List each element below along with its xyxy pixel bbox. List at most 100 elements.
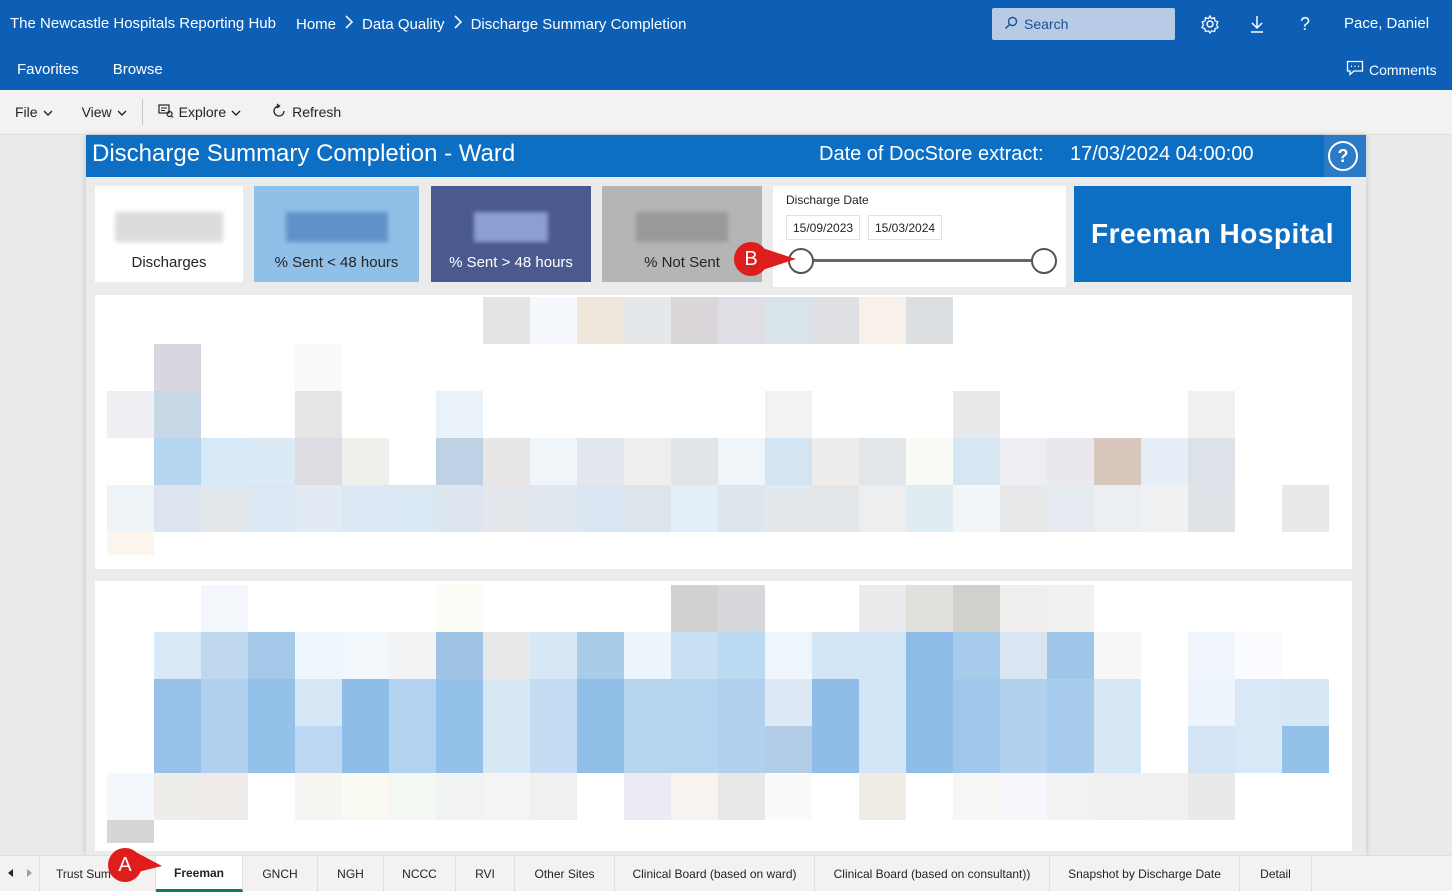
user-name[interactable]: Pace, Daniel (1344, 15, 1429, 32)
page-tab-bar: Trust Sum Freeman GNCH NGH NCCC RVI Othe… (0, 855, 1452, 892)
redacted-cell (953, 585, 1000, 632)
refresh-button[interactable]: Refresh (256, 90, 356, 135)
redacted-cell (154, 773, 201, 820)
tab-clinical-board-consultant[interactable]: Clinical Board (based on consultant)) (815, 856, 1050, 892)
top-app-bar: The Newcastle Hospitals Reporting Hub Ho… (0, 0, 1452, 90)
redacted-cell (624, 297, 671, 344)
slicer-end-date[interactable]: 15/03/2024 (868, 215, 943, 240)
annotation-marker-a: A (108, 848, 142, 882)
caret-left-icon[interactable] (7, 869, 14, 879)
breadcrumb-home[interactable]: Home (296, 16, 336, 33)
redacted-cell (1188, 773, 1235, 820)
redacted-cell (812, 485, 859, 532)
redacted-cell (1000, 773, 1047, 820)
redacted-cell (1235, 726, 1282, 773)
marker-b-label: B (744, 247, 758, 270)
redacted-cell (859, 297, 906, 344)
redacted-cell (624, 679, 671, 726)
download-icon[interactable] (1245, 12, 1269, 36)
view-menu[interactable]: View (68, 90, 142, 135)
tab-gnch[interactable]: GNCH (243, 856, 318, 892)
redacted-cell (1000, 438, 1047, 485)
tab-rvi[interactable]: RVI (456, 856, 515, 892)
help-icon[interactable]: ? (1293, 12, 1317, 36)
redacted-cell (953, 438, 1000, 485)
redacted-cell (483, 438, 530, 485)
redacted-cell (530, 297, 577, 344)
redacted-value (636, 212, 728, 242)
redacted-cell (1000, 585, 1047, 632)
redacted-cell (389, 773, 436, 820)
redacted-cell (389, 632, 436, 679)
redacted-cell (154, 485, 201, 532)
nav-browse[interactable]: Browse (96, 61, 180, 78)
redacted-cell (342, 438, 389, 485)
comment-icon (1346, 60, 1364, 79)
ward-visual-bottom[interactable] (95, 581, 1352, 851)
redacted-cell (436, 726, 483, 773)
tab-nccc[interactable]: NCCC (384, 856, 456, 892)
redacted-cell (1282, 726, 1329, 773)
redacted-cell (718, 632, 765, 679)
tab-clinical-board-ward[interactable]: Clinical Board (based on ward) (615, 856, 815, 892)
page-tabs: Trust Sum Freeman GNCH NGH NCCC RVI Othe… (40, 856, 1312, 892)
nav-favorites[interactable]: Favorites (0, 61, 96, 78)
tab-detail[interactable]: Detail (1240, 856, 1312, 892)
slicer-start-date[interactable]: 15/09/2023 (786, 215, 861, 240)
redacted-cell (1047, 485, 1094, 532)
redacted-cell (154, 391, 201, 438)
help-glyph: ? (1337, 145, 1349, 166)
chevron-right-icon (344, 15, 354, 34)
redacted-cell (483, 726, 530, 773)
search-input[interactable]: Search (992, 8, 1175, 40)
redacted-cell (154, 679, 201, 726)
redacted-cell (1141, 438, 1188, 485)
kpi-sent-over-48[interactable]: % Sent > 48 hours (431, 186, 591, 282)
breadcrumb-current[interactable]: Discharge Summary Completion (471, 16, 687, 33)
tab-other-sites[interactable]: Other Sites (515, 856, 615, 892)
redacted-cell (342, 632, 389, 679)
caret-right-icon[interactable] (26, 869, 32, 879)
redacted-cell (483, 632, 530, 679)
redacted-cell (671, 438, 718, 485)
redacted-cell (765, 632, 812, 679)
file-menu[interactable]: File (0, 90, 68, 135)
redacted-cell (812, 679, 859, 726)
redacted-cell (154, 344, 201, 391)
kpi-discharges[interactable]: Discharges (95, 186, 243, 282)
redacted-cell (1188, 679, 1235, 726)
redacted-cell (201, 438, 248, 485)
comments-button[interactable]: Comments (1346, 60, 1437, 79)
redacted-cell (1188, 391, 1235, 438)
discharge-date-slicer[interactable]: Discharge Date 15/09/2023 15/03/2024 (773, 186, 1066, 287)
slicer-end-handle[interactable] (1031, 248, 1057, 274)
ward-visual-top[interactable] (95, 295, 1352, 569)
hospital-name-card: Freeman Hospital (1074, 186, 1351, 282)
redacted-cell (295, 391, 342, 438)
tab-ngh[interactable]: NGH (318, 856, 384, 892)
redacted-cell (436, 391, 483, 438)
redacted-cell (1047, 726, 1094, 773)
redacted-cell (1047, 632, 1094, 679)
kpi-sent-under-48[interactable]: % Sent < 48 hours (254, 186, 419, 282)
redacted-cell (577, 726, 624, 773)
tab-scroll-arrows (0, 856, 40, 892)
redacted-cell (389, 726, 436, 773)
redacted-cell (906, 679, 953, 726)
redacted-cell (718, 297, 765, 344)
breadcrumb: Home Data Quality Discharge Summary Comp… (296, 15, 686, 34)
redacted-cell (906, 485, 953, 532)
question-circle-icon[interactable]: ? (1328, 141, 1358, 171)
redacted-cell (530, 485, 577, 532)
redacted-cell (530, 679, 577, 726)
explore-menu[interactable]: Explore (143, 90, 256, 135)
redacted-cell (248, 632, 295, 679)
redacted-cell (1094, 679, 1141, 726)
breadcrumb-data-quality[interactable]: Data Quality (362, 16, 445, 33)
tab-snapshot-discharge-date[interactable]: Snapshot by Discharge Date (1050, 856, 1240, 892)
gear-icon[interactable] (1198, 12, 1222, 36)
redacted-cell (1094, 485, 1141, 532)
redacted-cell (1235, 679, 1282, 726)
redacted-cell (624, 438, 671, 485)
app-title[interactable]: The Newcastle Hospitals Reporting Hub (10, 15, 276, 32)
